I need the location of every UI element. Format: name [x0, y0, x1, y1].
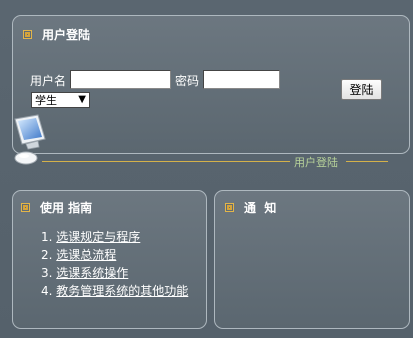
list-item-number: 3.: [41, 266, 53, 280]
notice-panel: 通 知: [214, 190, 410, 329]
chevron-down-icon: ▼: [78, 94, 86, 105]
list-item: 1. 选课规定与程序: [41, 228, 188, 246]
password-label: 密码: [175, 74, 200, 88]
computer-monitor-icon: [14, 114, 46, 165]
username-label: 用户名: [30, 74, 67, 88]
list-item: 2. 选课总流程: [41, 246, 188, 264]
list-item-number: 1.: [41, 230, 53, 244]
password-input[interactable]: [203, 70, 280, 89]
list-item-number: 2.: [41, 248, 53, 262]
guide-header: 使用 指南: [21, 199, 92, 216]
login-title: 用户登陆: [42, 28, 91, 42]
guide-link-flow[interactable]: 选课总流程: [56, 248, 116, 262]
login-button-label: 登陆: [349, 83, 374, 97]
bullet-square-icon: [23, 30, 32, 39]
guide-link-operation[interactable]: 选课系统操作: [56, 266, 128, 280]
bullet-square-icon: [21, 203, 30, 212]
bullet-square-icon: [225, 203, 234, 212]
guide-link-rules[interactable]: 选课规定与程序: [56, 230, 140, 244]
login-button[interactable]: 登陆: [341, 79, 382, 100]
caption-divider-left: [42, 161, 290, 162]
role-select[interactable]: 学生 ▼: [31, 92, 90, 108]
guide-link-other[interactable]: 教务管理系统的其他功能: [56, 284, 188, 298]
list-item: 4. 教务管理系统的其他功能: [41, 282, 188, 300]
guide-panel: 使用 指南 1. 选课规定与程序 2. 选课总流程 3. 选课系统操作 4. 教…: [12, 190, 207, 329]
role-select-value: 学生: [35, 94, 57, 107]
list-item-number: 4.: [41, 284, 53, 298]
guide-title: 使用 指南: [40, 201, 93, 215]
list-item: 3. 选课系统操作: [41, 264, 188, 282]
notice-title: 通 知: [244, 201, 277, 215]
notice-header: 通 知: [225, 199, 276, 216]
caption-divider-right: [346, 161, 388, 162]
login-header: 用户登陆: [23, 26, 90, 43]
guide-list: 1. 选课规定与程序 2. 选课总流程 3. 选课系统操作 4. 教务管理系统的…: [41, 228, 188, 300]
username-input[interactable]: [70, 70, 171, 89]
login-panel: 用户登陆 用户名 密码 学生 ▼ 登陆: [12, 15, 410, 154]
login-caption: 用户登陆: [294, 156, 338, 169]
